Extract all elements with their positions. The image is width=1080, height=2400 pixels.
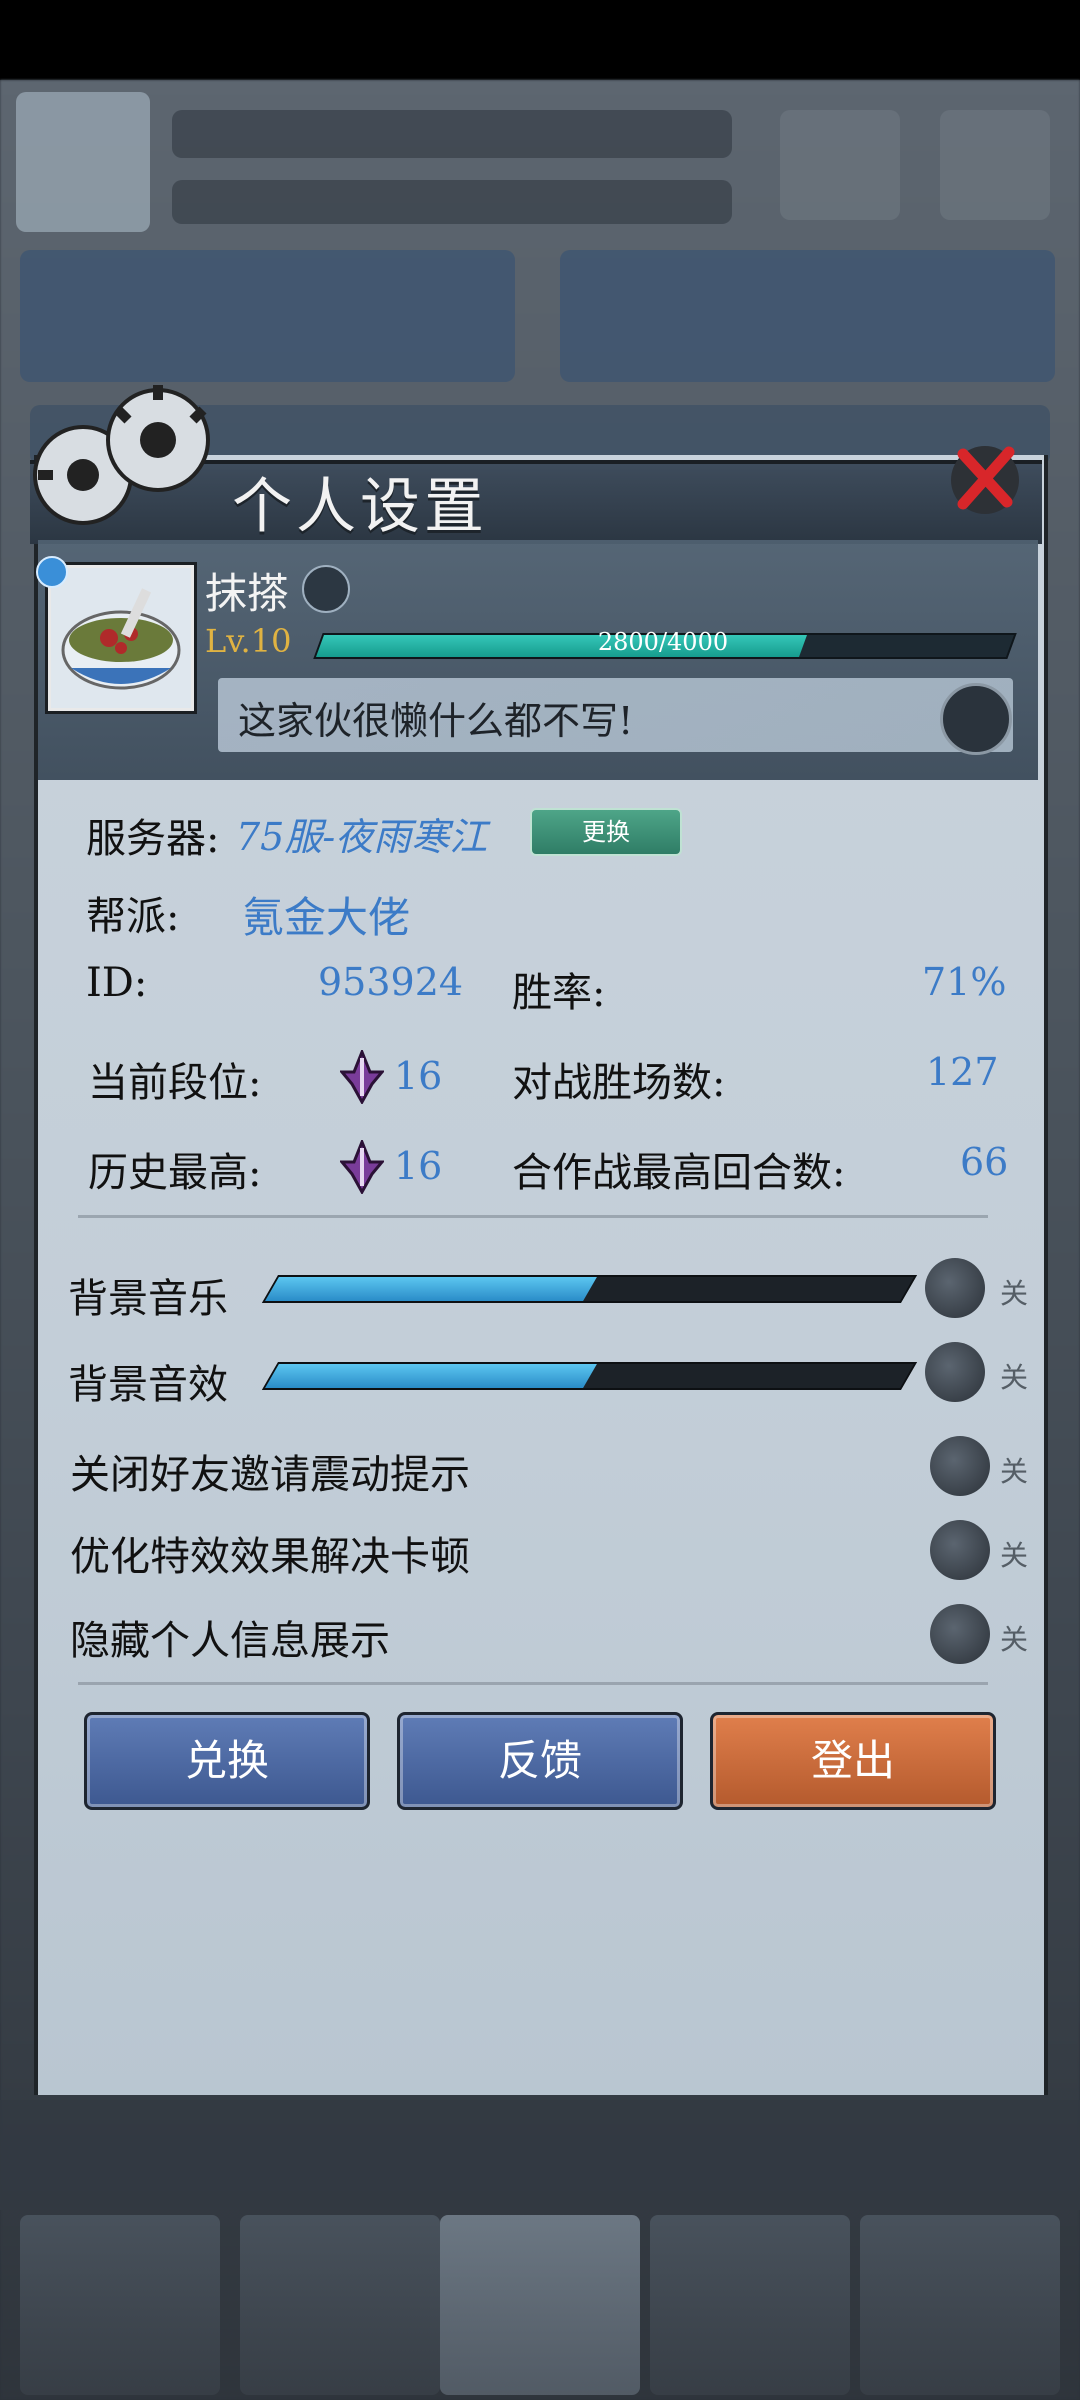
server-label: 服务器:	[86, 816, 220, 862]
id-label: ID:	[86, 960, 148, 1006]
winrate-value: 71%	[922, 960, 1007, 1004]
bottom-tab-5	[860, 2215, 1060, 2395]
player-name: 抹搽	[205, 569, 290, 618]
close-icon[interactable]	[945, 440, 1025, 520]
avatar[interactable]	[48, 565, 194, 711]
bg-avatar	[16, 92, 150, 232]
player-level: Lv.10	[205, 622, 292, 660]
rank-sword-icon	[340, 1050, 384, 1104]
optimize-toggle[interactable]	[930, 1520, 990, 1580]
coop-best-label: 合作战最高回合数:	[512, 1150, 846, 1196]
soup-bowl-icon	[61, 588, 181, 690]
coop-best-value: 66	[960, 1140, 1009, 1184]
sfx-toggle[interactable]	[925, 1342, 985, 1402]
brush-icon[interactable]	[302, 565, 350, 613]
bg-icon-1	[780, 110, 900, 220]
friend-invite-state: 关	[1000, 1455, 1029, 1488]
optimize-state: 关	[1000, 1539, 1029, 1572]
edit-signature-brush-icon[interactable]	[940, 683, 1012, 755]
divider	[78, 1682, 988, 1685]
bg-card-left	[20, 250, 515, 382]
bgm-slider-fill	[265, 1277, 597, 1301]
bgm-label: 背景音乐	[68, 1276, 228, 1322]
winrate-label: 胜率:	[512, 970, 606, 1016]
bgm-toggle[interactable]	[925, 1258, 985, 1318]
bg-currency-bar	[172, 180, 732, 224]
feedback-button[interactable]: 反馈	[397, 1712, 683, 1810]
guild-value: 氪金大佬	[242, 893, 411, 942]
gender-icon	[36, 556, 68, 588]
bgm-state: 关	[1000, 1277, 1029, 1310]
divider	[78, 1215, 988, 1218]
friend-invite-toggle[interactable]	[930, 1436, 990, 1496]
sfx-state: 关	[1000, 1361, 1029, 1394]
chat-bar	[0, 2100, 1080, 2210]
sfx-label: 背景音效	[68, 1362, 228, 1408]
rank-sword-icon	[340, 1140, 384, 1194]
current-rank-value: 16	[394, 1054, 443, 1098]
best-rank-label: 历史最高:	[88, 1150, 262, 1196]
modal-title: 个人设置	[232, 472, 488, 542]
bg-name-bar	[172, 110, 732, 158]
sfx-slider-fill	[265, 1364, 597, 1388]
change-server-button[interactable]: 更换	[530, 808, 682, 856]
battle-wins-label: 对战胜场数:	[512, 1060, 726, 1106]
server-value: 75服-夜雨寒江	[236, 815, 488, 859]
current-rank-label: 当前段位:	[88, 1060, 262, 1106]
best-rank-value: 16	[394, 1144, 443, 1188]
optimize-label: 优化特效效果解决卡顿	[70, 1534, 470, 1580]
logout-button[interactable]: 登出	[710, 1712, 996, 1810]
hide-info-state: 关	[1000, 1623, 1029, 1656]
redeem-button[interactable]: 兑换	[84, 1712, 370, 1810]
battle-wins-value: 127	[926, 1050, 999, 1094]
xp-text: 2800/4000	[597, 628, 729, 656]
bg-card-right	[560, 250, 1055, 382]
friend-invite-label: 关闭好友邀请震动提示	[70, 1452, 470, 1498]
guild-label: 帮派:	[86, 894, 180, 940]
signature-text: 这家伙很懒什么都不写!	[238, 699, 634, 743]
hide-info-toggle[interactable]	[930, 1604, 990, 1664]
bottom-tab-2	[240, 2215, 440, 2395]
status-bar	[0, 0, 1080, 80]
bgm-slider[interactable]	[261, 1275, 918, 1303]
gear-icon	[33, 385, 210, 525]
sfx-slider[interactable]	[261, 1362, 918, 1390]
bottom-tab-3	[440, 2215, 640, 2395]
bg-icon-2	[940, 110, 1050, 220]
hide-info-label: 隐藏个人信息展示	[70, 1618, 390, 1664]
id-value: 953924	[318, 960, 464, 1004]
bottom-tab-4	[650, 2215, 850, 2395]
bottom-tab-1	[20, 2215, 220, 2395]
